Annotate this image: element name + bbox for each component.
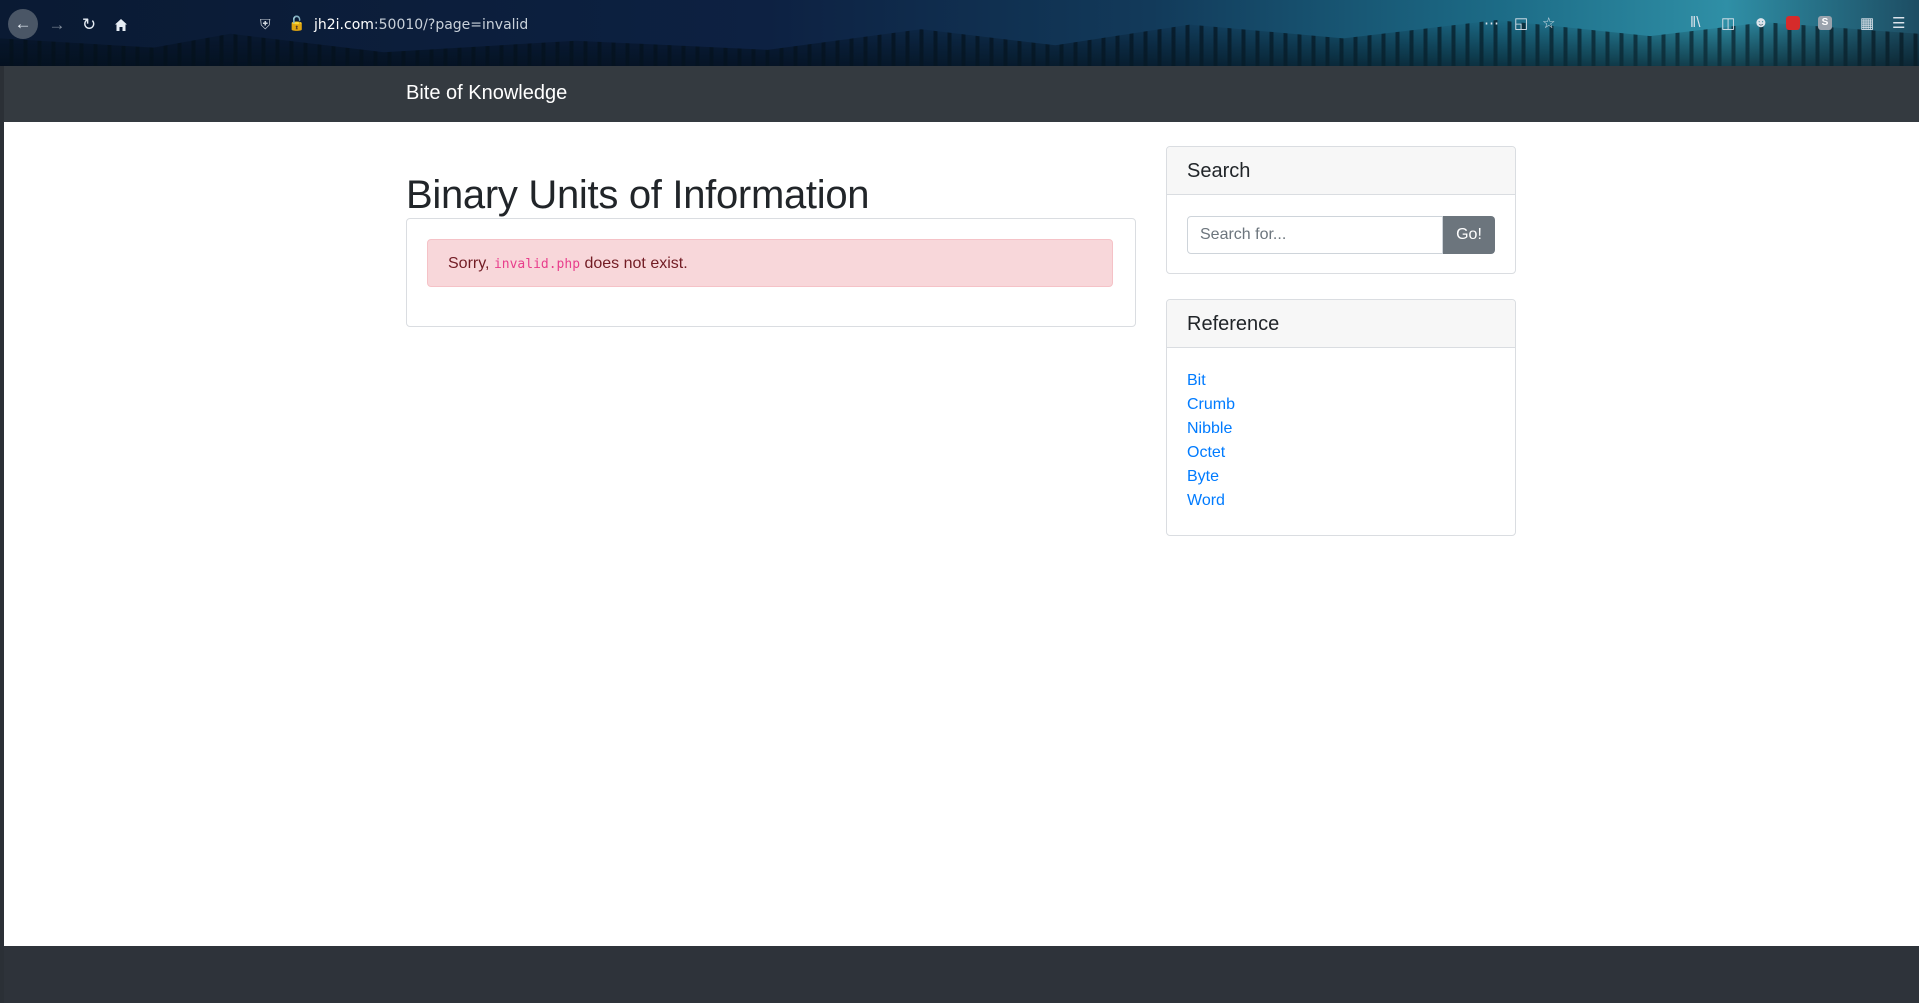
library-icon[interactable]: ‖\ — [1690, 14, 1700, 31]
list-item: Word — [1187, 489, 1235, 513]
reference-list: Bit Crumb Nibble Octet Byte Word — [1187, 369, 1235, 513]
reload-button[interactable]: ↻ — [76, 12, 102, 38]
page-title: Binary Units of Information — [406, 172, 870, 217]
site-navbar: Bite of Knowledge — [4, 66, 1919, 122]
reference-link-byte[interactable]: Byte — [1187, 468, 1219, 485]
red-extension-icon[interactable] — [1786, 16, 1800, 30]
reference-link-crumb[interactable]: Crumb — [1187, 396, 1235, 413]
s-extension-icon[interactable]: S — [1818, 16, 1832, 30]
search-card-header: Search — [1167, 147, 1515, 195]
list-item: Octet — [1187, 441, 1235, 465]
list-item: Bit — [1187, 369, 1235, 393]
reference-link-octet[interactable]: Octet — [1187, 444, 1225, 461]
back-button[interactable]: ← — [8, 9, 38, 39]
reload-icon: ↻ — [81, 15, 97, 34]
browser-toolbar: ← → ↻ ⛨ 🔓 jh2i.com:50010/?page=invalid ⋯… — [0, 0, 1919, 66]
url-path: :50010/?page=invalid — [373, 17, 529, 33]
insecure-lock-icon[interactable]: 🔓 — [288, 15, 305, 32]
more-dots-icon[interactable]: ⋯ — [1484, 14, 1499, 32]
alert-filename: invalid.php — [493, 257, 581, 272]
url-text[interactable]: jh2i.com:50010/?page=invalid — [314, 17, 528, 33]
url-host: jh2i.com — [314, 17, 374, 33]
sidebar-icon[interactable]: ◫ — [1721, 14, 1735, 32]
extensions-icon[interactable]: ▦ — [1860, 14, 1874, 32]
home-button[interactable] — [108, 12, 134, 38]
list-item: Nibble — [1187, 417, 1235, 441]
address-bar[interactable]: ⛨ 🔓 jh2i.com:50010/?page=invalid — [228, 10, 1568, 40]
hamburger-menu-icon[interactable]: ☰ — [1892, 14, 1905, 32]
page-footer — [4, 946, 1919, 1003]
back-arrow-icon: ← — [14, 14, 32, 33]
reference-card: Reference Bit Crumb Nibble Octet Byte Wo… — [1166, 299, 1516, 536]
content-card: Sorry, invalid.php does not exist. — [406, 218, 1136, 327]
search-card: Search Go! — [1166, 146, 1516, 274]
home-icon — [115, 19, 127, 31]
pocket-icon[interactable]: ◱ — [1514, 14, 1528, 32]
reference-link-bit[interactable]: Bit — [1187, 372, 1206, 389]
go-button[interactable]: Go! — [1443, 216, 1495, 254]
error-alert: Sorry, invalid.php does not exist. — [427, 239, 1113, 287]
web-page: Bite of Knowledge Binary Units of Inform… — [4, 66, 1919, 946]
shield-icon[interactable]: ⛨ — [260, 16, 271, 33]
reference-link-word[interactable]: Word — [1187, 492, 1225, 509]
star-icon[interactable]: ☆ — [1542, 14, 1555, 32]
reference-link-nibble[interactable]: Nibble — [1187, 420, 1232, 437]
list-item: Crumb — [1187, 393, 1235, 417]
forward-button[interactable]: → — [44, 12, 70, 38]
forward-arrow-icon: → — [48, 15, 66, 34]
search-input[interactable] — [1187, 216, 1443, 254]
list-item: Byte — [1187, 465, 1235, 489]
alert-prefix: Sorry, — [448, 255, 490, 272]
reference-card-header: Reference — [1167, 300, 1515, 348]
alert-suffix: does not exist. — [584, 255, 688, 272]
navbar-brand[interactable]: Bite of Knowledge — [406, 82, 567, 105]
account-icon[interactable]: ☻ — [1753, 14, 1769, 31]
